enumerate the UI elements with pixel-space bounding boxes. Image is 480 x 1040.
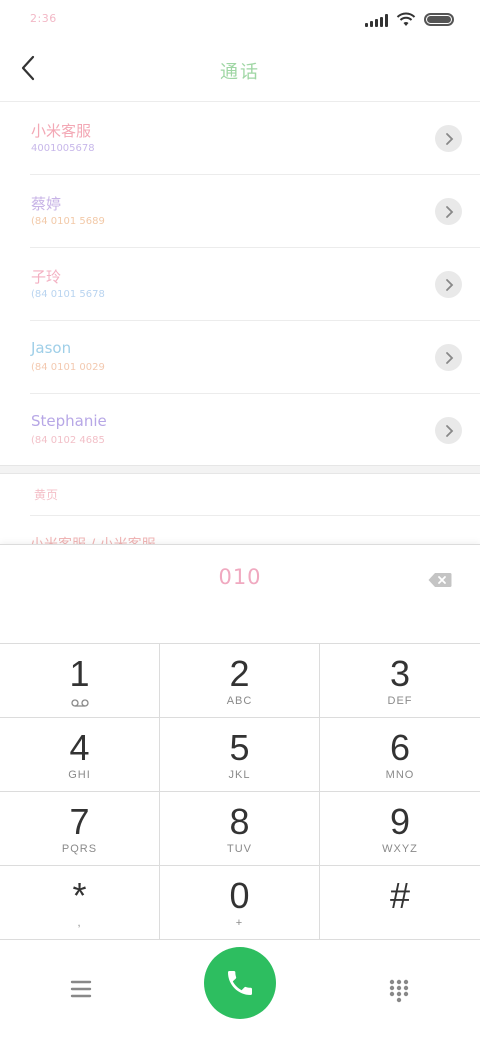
key-digit: 0: [229, 875, 250, 916]
wifi-icon: [396, 12, 416, 26]
contact-number: 4001005678: [31, 143, 95, 154]
contact-row[interactable]: 小米客服 4001005678: [30, 102, 480, 175]
contact-row[interactable]: 蔡婷 (84 0101 5689: [30, 175, 480, 248]
key-letters: WXYZ: [382, 843, 418, 855]
section-divider: [30, 515, 480, 516]
contact-name: 蔡婷: [31, 195, 62, 213]
page-title: 通话: [220, 62, 260, 83]
key-digit: *: [72, 875, 87, 916]
contact-detail-button[interactable]: [435, 417, 462, 444]
dialpad-toggle-button[interactable]: [388, 979, 410, 1003]
key-letters: +: [235, 917, 244, 929]
contact-number: (84 0102 4685: [31, 435, 105, 446]
key-letters: ,: [77, 917, 82, 929]
contact-number: (84 0101 0029: [31, 362, 105, 373]
key-7[interactable]: 7 PQRS: [0, 792, 160, 866]
key-9[interactable]: 9 WXYZ: [320, 792, 480, 866]
phone-icon: [228, 971, 252, 995]
call-button[interactable]: [204, 947, 276, 1019]
dial-display: 010: [0, 545, 480, 643]
dialed-number: 010: [218, 565, 262, 589]
chevron-right-icon: [445, 278, 453, 291]
section-label: 黄页: [34, 488, 59, 502]
key-4[interactable]: 4 GHI: [0, 718, 160, 792]
status-time: 2:36: [30, 12, 57, 25]
contact-detail-button[interactable]: [435, 198, 462, 225]
yellow-pages-item[interactable]: 小米客服 / 小米客服: [30, 534, 210, 544]
contact-name: 子玲: [31, 268, 62, 286]
key-letters: TUV: [227, 843, 252, 855]
contact-name: Stephanie: [31, 412, 107, 430]
menu-icon: [70, 980, 92, 998]
menu-button[interactable]: [70, 979, 92, 999]
dialpad-icon: [389, 979, 409, 1003]
key-digit: 3: [389, 653, 411, 694]
dialer-panel: 010 1 2 ABC 3 DEF 4 GHI 5 JKL 6 MNO 7 PQ…: [0, 544, 480, 1040]
key-letters: MNO: [385, 769, 415, 781]
key-digit: #: [389, 875, 411, 916]
battery-icon: [424, 13, 454, 26]
contact-detail-button[interactable]: [435, 271, 462, 298]
key-0[interactable]: 0 +: [160, 866, 320, 940]
contact-row[interactable]: Stephanie (84 0102 4685: [30, 394, 480, 467]
chevron-right-icon: [445, 424, 453, 437]
key-6[interactable]: 6 MNO: [320, 718, 480, 792]
key-1[interactable]: 1: [0, 644, 160, 718]
key-3[interactable]: 3 DEF: [320, 644, 480, 718]
key-5[interactable]: 5 JKL: [160, 718, 320, 792]
chevron-right-icon: [445, 205, 453, 218]
contact-number: (84 0101 5689: [31, 216, 105, 227]
key-digit: 4: [69, 727, 90, 768]
key-digit: 6: [389, 727, 411, 768]
contact-row[interactable]: Jason (84 0101 0029: [30, 321, 480, 394]
contact-detail-button[interactable]: [435, 125, 462, 152]
contact-name: Jason: [31, 339, 72, 357]
keypad: 1 2 ABC 3 DEF 4 GHI 5 JKL 6 MNO 7 PQRS 8…: [0, 643, 480, 940]
key-letters: GHI: [68, 769, 91, 781]
key-star[interactable]: * ,: [0, 866, 160, 940]
contact-row[interactable]: 子玲 (84 0101 5678: [30, 248, 480, 321]
key-hash[interactable]: #: [320, 866, 480, 940]
contact-name: 小米客服: [31, 122, 92, 140]
key-letters: ABC: [226, 695, 253, 707]
key-digit: 7: [69, 801, 90, 842]
status-icons: [365, 12, 454, 27]
chevron-right-icon: [445, 132, 453, 145]
key-digit: 5: [229, 727, 250, 768]
key-2[interactable]: 2 ABC: [160, 644, 320, 718]
dialer-action-bar: [0, 939, 480, 1040]
status-bar: 2:36: [0, 0, 480, 40]
key-letters: PQRS: [61, 843, 98, 855]
voicemail-icon: [0, 698, 159, 710]
section-gap: [0, 465, 480, 474]
key-digit: 9: [389, 801, 411, 842]
contact-detail-button[interactable]: [435, 344, 462, 371]
signal-icon: [365, 13, 388, 27]
key-digit: 1: [69, 653, 90, 694]
contact-number: (84 0101 5678: [31, 289, 105, 300]
backspace-icon: [428, 573, 452, 587]
key-letters: DEF: [387, 695, 413, 707]
contact-list: 小米客服 4001005678 蔡婷 (84 0101 5689 子玲 (84 …: [0, 102, 480, 467]
key-8[interactable]: 8 TUV: [160, 792, 320, 866]
key-letters: JKL: [228, 769, 251, 781]
chevron-right-icon: [445, 351, 453, 364]
backspace-button[interactable]: [428, 572, 452, 588]
header: 通话: [0, 40, 480, 102]
key-digit: 2: [229, 653, 250, 694]
key-digit: 8: [229, 801, 250, 842]
